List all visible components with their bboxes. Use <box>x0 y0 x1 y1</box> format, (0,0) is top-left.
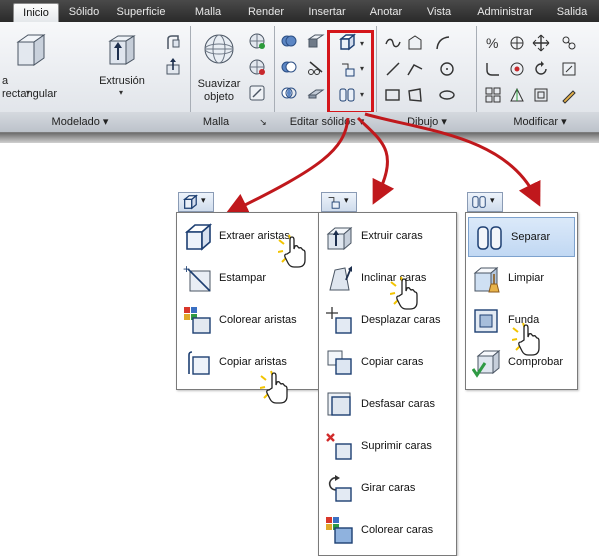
menu-item-clean[interactable]: Limpiar <box>466 259 577 299</box>
menu-item-extrude-faces[interactable]: Extruir caras <box>319 217 456 257</box>
rotate-faces-icon <box>328 475 352 502</box>
offset-faces-icon <box>327 392 351 416</box>
delete-faces-icon <box>326 433 352 460</box>
hand-cursor-icon <box>512 322 540 356</box>
extract-edges-icon <box>184 223 213 251</box>
shell-icon <box>474 309 498 333</box>
extract-edges-icon <box>182 194 198 210</box>
color-faces-icon <box>326 517 353 544</box>
menu-item-label: Separar <box>511 231 551 243</box>
chevron-down-icon: ▾ <box>201 195 206 205</box>
copy-faces-icon <box>327 350 352 375</box>
color-edges-icon <box>184 307 211 334</box>
copy-edges-icon <box>188 351 210 375</box>
hand-cursor-icon <box>278 234 306 268</box>
check-icon <box>472 349 501 378</box>
menu-item-copy-faces[interactable]: Copiar caras <box>319 343 456 383</box>
svg-text:+: + <box>183 264 190 276</box>
menu-item-label: Desfasar caras <box>361 398 435 410</box>
flyout-edges-button[interactable]: ▾ <box>178 192 214 212</box>
move-faces-icon <box>326 307 352 334</box>
flyout-faces-menu: Extruir caras Inclinar caras Desplazar c… <box>318 212 457 556</box>
menu-item-label: Colorear caras <box>361 524 434 536</box>
chevron-down-icon: ▾ <box>490 195 495 205</box>
menu-item-label: Copiar aristas <box>219 356 287 368</box>
flyout-body-button[interactable]: ▾ <box>467 192 503 212</box>
menu-item-delete-faces[interactable]: Suprimir caras <box>319 427 456 467</box>
hand-cursor-icon <box>260 370 288 404</box>
menu-item-label: Estampar <box>219 272 267 284</box>
flyout-body-menu: Separar Limpiar Funda Comprobar <box>465 212 578 390</box>
menu-item-offset-faces[interactable]: Desfasar caras <box>319 385 456 425</box>
menu-item-copy-edges[interactable]: Copiar aristas <box>177 343 320 383</box>
extrude-faces-icon <box>326 226 353 251</box>
menu-item-color-edges[interactable]: Colorear aristas <box>177 301 320 341</box>
menu-item-color-faces[interactable]: Colorear caras <box>319 511 456 551</box>
menu-item-move-faces[interactable]: Desplazar caras <box>319 301 456 341</box>
menu-item-taper-faces[interactable]: Inclinar caras <box>319 259 456 299</box>
flyout-faces-button[interactable]: ▾ <box>321 192 357 212</box>
menu-item-rotate-faces[interactable]: Girar caras <box>319 469 456 509</box>
menu-item-label: Girar caras <box>361 482 416 494</box>
separate-icon <box>477 226 502 250</box>
menu-item-label: Copiar caras <box>361 356 424 368</box>
taper-faces-icon <box>329 266 352 291</box>
chevron-down-icon: ▾ <box>344 195 349 205</box>
menu-item-label: Suprimir caras <box>361 440 432 452</box>
imprint-icon: + <box>183 264 211 292</box>
menu-item-label: Colorear aristas <box>219 314 297 326</box>
menu-item-label: Desplazar caras <box>361 314 441 326</box>
hand-cursor-icon <box>390 276 418 310</box>
menu-item-separate[interactable]: Separar <box>468 217 575 257</box>
menu-item-label: Limpiar <box>508 272 545 284</box>
separate-icon <box>472 196 486 208</box>
menu-item-label: Extruir caras <box>361 230 423 242</box>
clean-icon <box>473 266 500 293</box>
extrude-faces-icon <box>328 197 340 209</box>
